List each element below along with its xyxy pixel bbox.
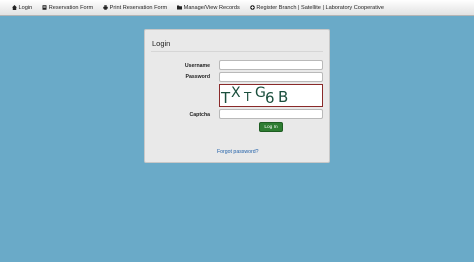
captcha-char: 6	[265, 89, 275, 107]
register-icon	[250, 5, 255, 10]
nav-item-label: Register Branch | Satellite | Laboratory…	[256, 4, 384, 11]
login-panel: Login Username Password T X T G 6 B Capt…	[144, 29, 330, 163]
home-icon	[12, 5, 17, 10]
nav-item-print-reservation-form[interactable]: Print Reservation Form	[103, 5, 167, 11]
title-divider	[151, 51, 323, 52]
captcha-char: X	[231, 85, 241, 101]
password-label: Password	[185, 74, 210, 80]
captcha-input[interactable]	[219, 109, 323, 119]
captcha-char: T	[221, 89, 231, 107]
nav-item-manage-view-records[interactable]: Manage/View Records	[177, 5, 240, 11]
nav-item-label: Manage/View Records	[183, 4, 240, 11]
captcha-char: T	[244, 90, 252, 104]
nav-item-reservation-form[interactable]: Reservation Form	[42, 5, 93, 11]
print-icon	[103, 5, 108, 10]
captcha-label: Captcha	[189, 112, 210, 118]
password-input[interactable]	[219, 72, 323, 82]
captcha-image: T X T G 6 B	[219, 84, 323, 107]
records-icon	[177, 5, 183, 10]
forgot-password-link[interactable]: Forgot password?	[217, 149, 259, 155]
username-label: Username	[184, 63, 210, 69]
top-navbar: Login Reservation Form Print Reservation…	[0, 0, 474, 16]
nav-item-label: Reservation Form	[48, 4, 94, 11]
username-input[interactable]	[219, 60, 323, 70]
nav-item-label: Print Reservation Form	[109, 4, 168, 11]
login-button[interactable]: Log In	[259, 122, 283, 132]
nav-item-label: Login	[18, 4, 33, 11]
nav-item-register-branch[interactable]: Register Branch | Satellite | Laboratory…	[250, 5, 384, 11]
login-title: Login	[152, 39, 171, 48]
form-icon	[42, 5, 47, 10]
captcha-char: B	[278, 88, 289, 106]
nav-item-login[interactable]: Login	[12, 5, 32, 11]
